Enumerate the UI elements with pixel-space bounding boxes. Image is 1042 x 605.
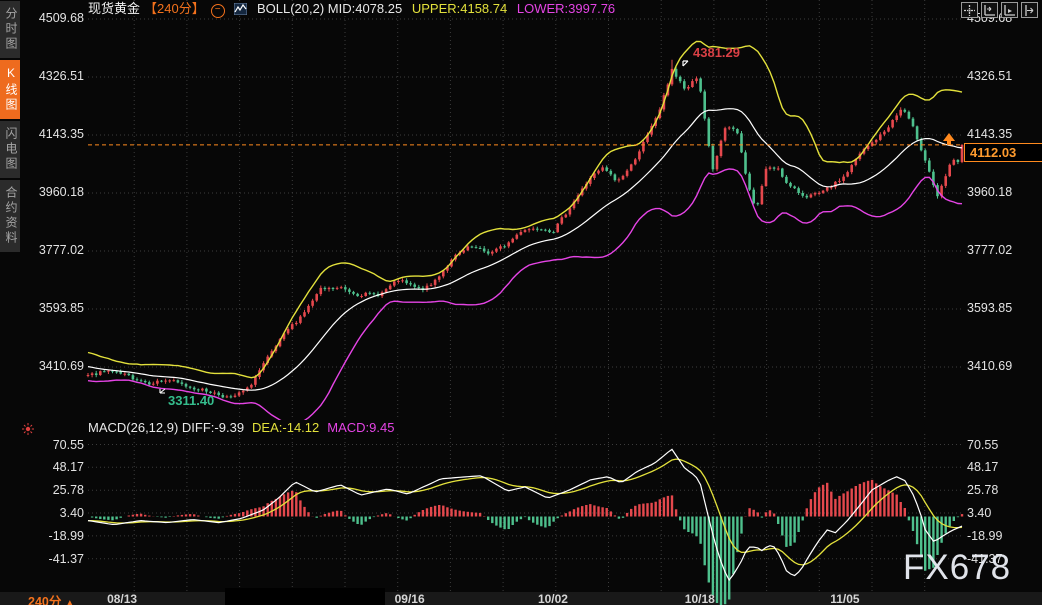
price-axis-label-right: 4326.51 [967, 69, 1037, 84]
sidebar-item-flash-chart[interactable]: 闪电图 [0, 121, 20, 178]
sidebar-item-kline-chart[interactable]: K线图 [0, 60, 20, 119]
collapse-indicator-icon[interactable]: − [211, 4, 225, 18]
chart-type-icon[interactable] [234, 2, 247, 19]
price-axis-label-right: 3410.69 [967, 359, 1037, 374]
price-axis-label-left: 3410.69 [0, 359, 84, 374]
sidebar-item-contract-info[interactable]: 合约资料 [0, 180, 20, 252]
main-candlestick-pane[interactable]: 4381.29 3311.40 [0, 0, 1042, 420]
symbol-title: 现货黄金 [88, 1, 140, 16]
scrollbar-thumb[interactable] [225, 588, 385, 605]
boll-lower-label: LOWER:3997.76 [517, 1, 615, 16]
macd-pane[interactable] [0, 420, 1042, 605]
panel-collapse-right-button[interactable] [1021, 2, 1038, 18]
price-axis-label-right: 3593.85 [967, 301, 1037, 316]
interval-selector-label: 240分 [28, 595, 61, 605]
interval-selector[interactable]: 240分 ▲ [28, 591, 75, 605]
boll-upper-label: UPPER:4158.74 [412, 1, 507, 16]
macd-diff-label: MACD(26,12,9) DIFF:-9.39 [88, 420, 244, 435]
chart-type-sidebar: 分时图K线图闪电图合约资料 [0, 1, 20, 254]
price-axis-label-right: 3777.02 [967, 243, 1037, 258]
crosshair-tool-button[interactable] [961, 2, 978, 18]
chart-header: 现货黄金【240分】− BOLL(20,2) MID:4078.25 UPPER… [88, 0, 621, 18]
sidebar-item-time-chart[interactable]: 分时图 [0, 1, 20, 58]
interval-label: 【240分】 [144, 1, 205, 16]
axis-zoom-out-button[interactable] [1001, 2, 1018, 18]
svg-text:3311.40: 3311.40 [168, 393, 214, 408]
price-axis-label-left: 3593.85 [0, 301, 84, 316]
price-axis-label-right: 3960.18 [967, 185, 1037, 200]
macd-dea-label: DEA:-14.12 [252, 420, 319, 435]
watermark: FX678 [903, 548, 1011, 588]
macd-indicator-labels: MACD(26,12,9) DIFF:-9.39 DEA:-14.12 MACD:9… [88, 420, 402, 437]
macd-value-label: MACD:9.45 [327, 420, 394, 435]
interval-selector-arrow-icon: ▲ [65, 598, 75, 605]
chart-toolbar [961, 2, 1038, 18]
chart-application: 分时图K线图闪电图合约资料 现货黄金【240分】− BOLL(20,2) MID… [0, 0, 1042, 605]
svg-text:4381.29: 4381.29 [693, 45, 740, 60]
boll-indicator-label: BOLL(20,2) MID:4078.25 [257, 1, 402, 16]
indicator-settings-icon[interactable] [22, 422, 34, 440]
axis-zoom-in-button[interactable] [981, 2, 998, 18]
price-axis-label-right: 4143.35 [967, 127, 1037, 142]
current-price-label: 4112.03 [964, 143, 1042, 162]
